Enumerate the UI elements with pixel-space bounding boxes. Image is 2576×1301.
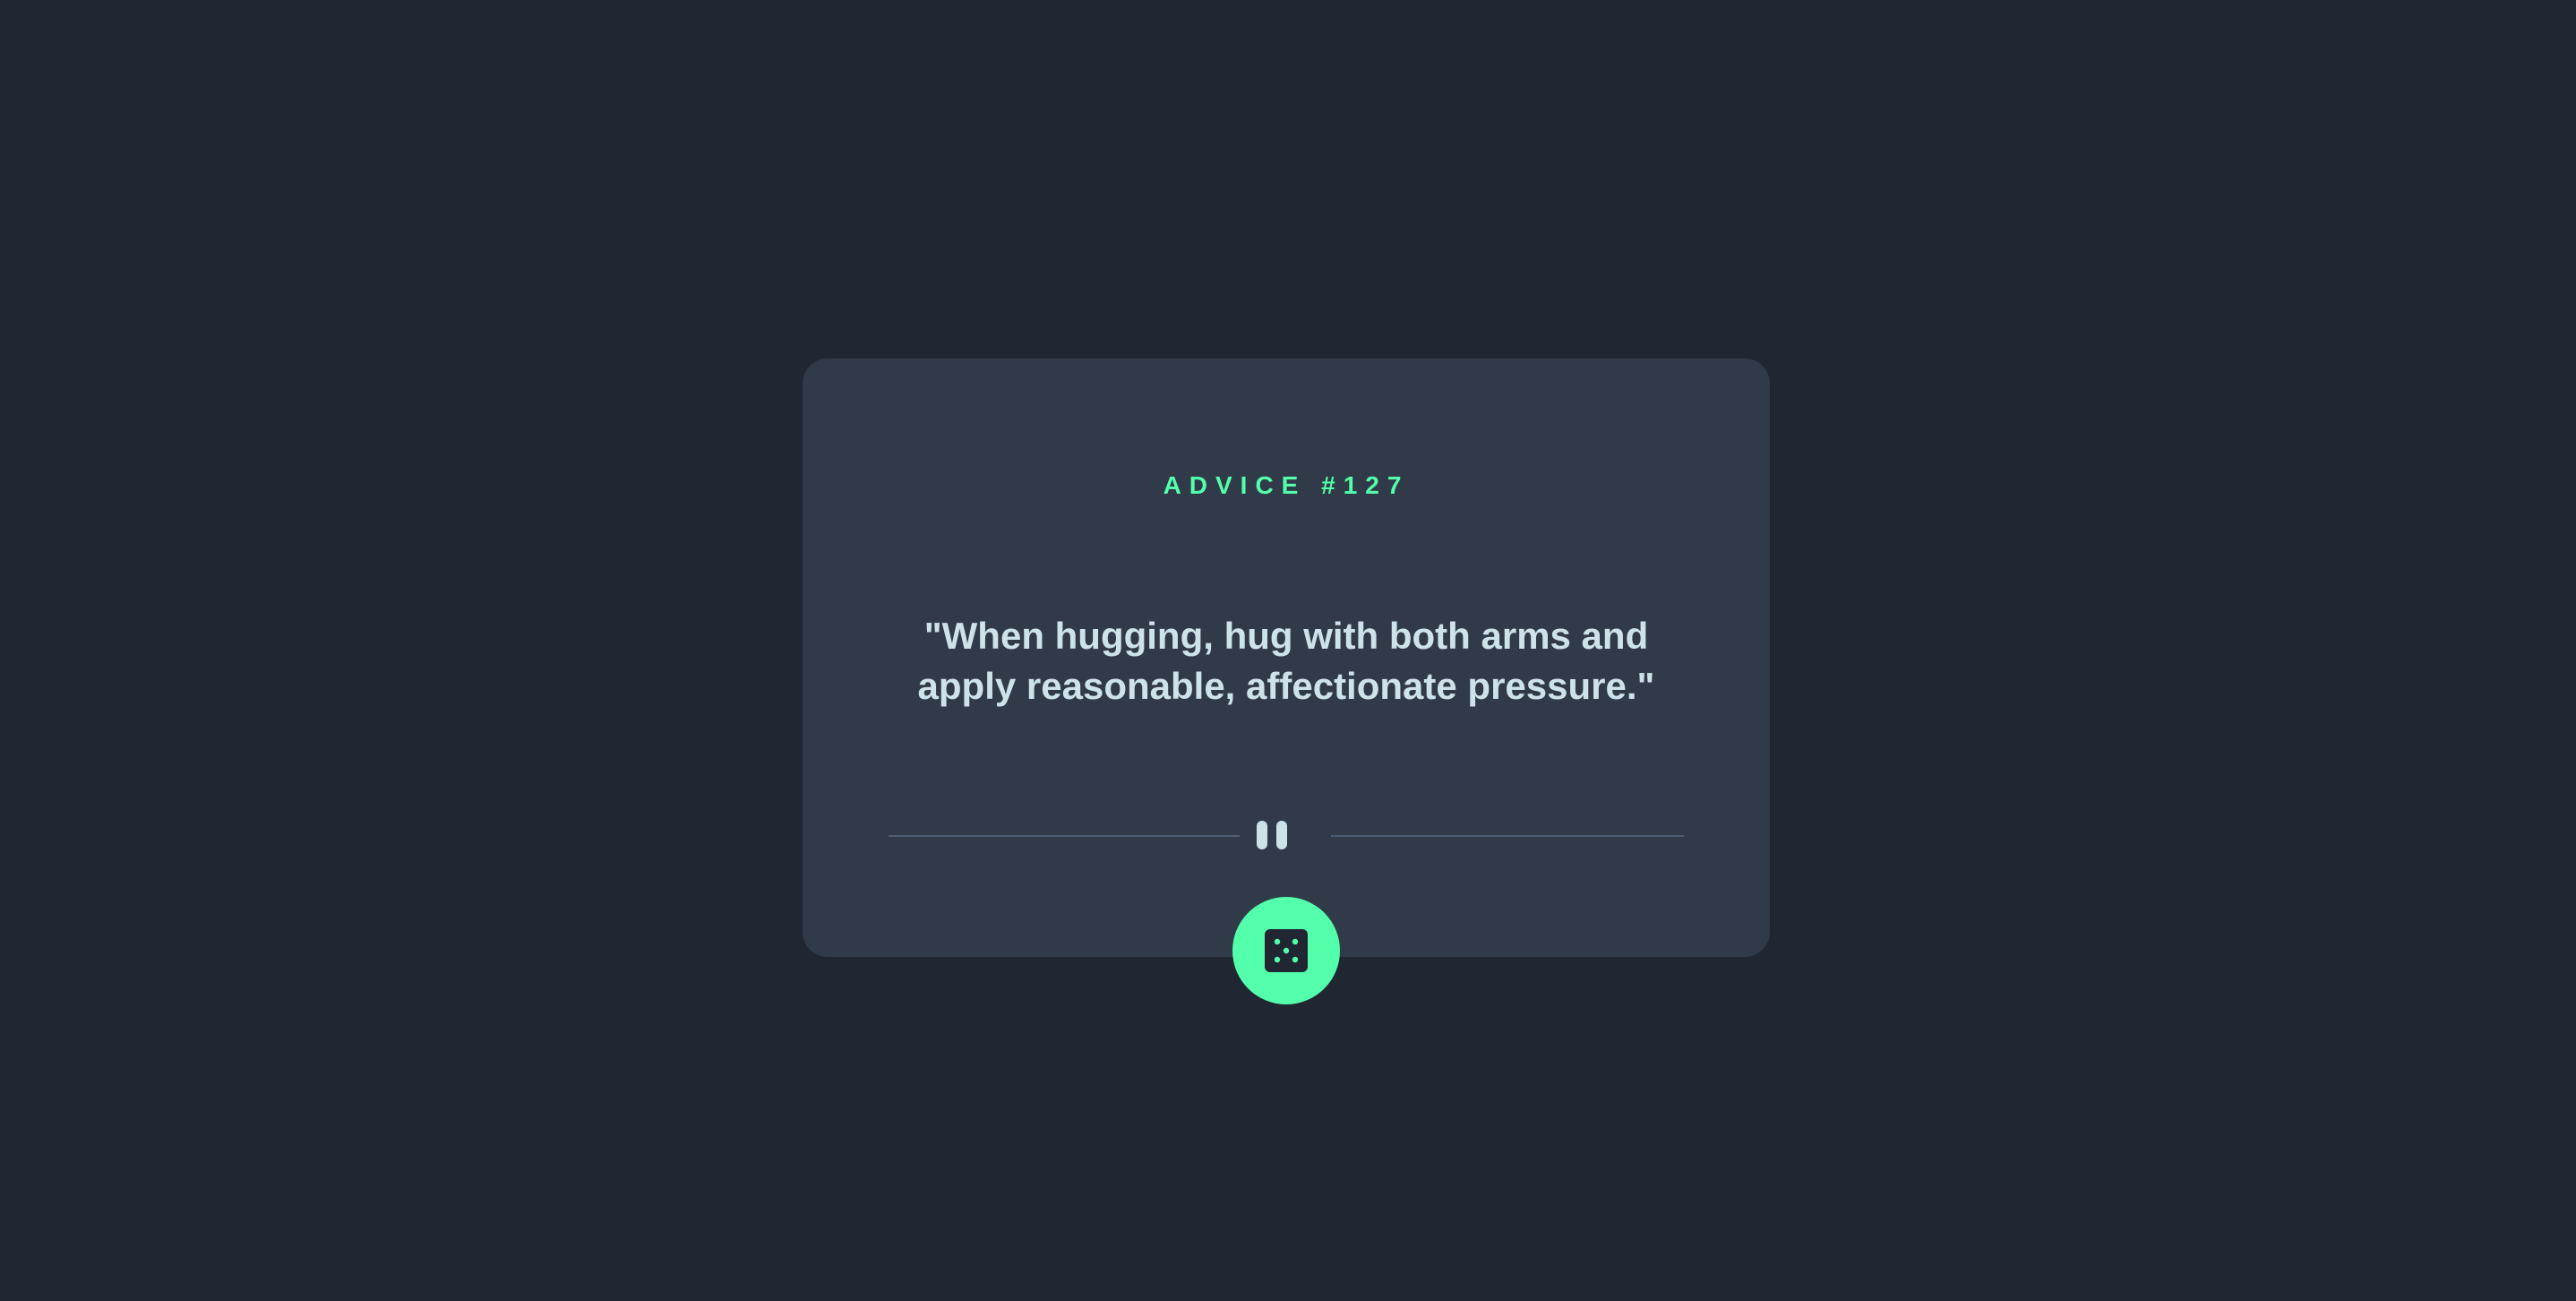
divider-line-left xyxy=(889,835,1240,837)
advice-id-heading: ADVICE #127 xyxy=(1163,471,1410,499)
page: ADVICE #127 "When hugging, hug with both… xyxy=(0,0,2576,1301)
divider-line-right xyxy=(1331,835,1684,837)
pause-icon xyxy=(1257,821,1287,849)
advice-card: ADVICE #127 "When hugging, hug with both… xyxy=(803,358,1770,957)
dice-icon xyxy=(1265,929,1308,972)
advice-quote: "When hugging, hug with both arms and ap… xyxy=(917,615,1655,707)
pattern-divider xyxy=(889,819,1684,851)
new-advice-button[interactable] xyxy=(1232,897,1340,1004)
